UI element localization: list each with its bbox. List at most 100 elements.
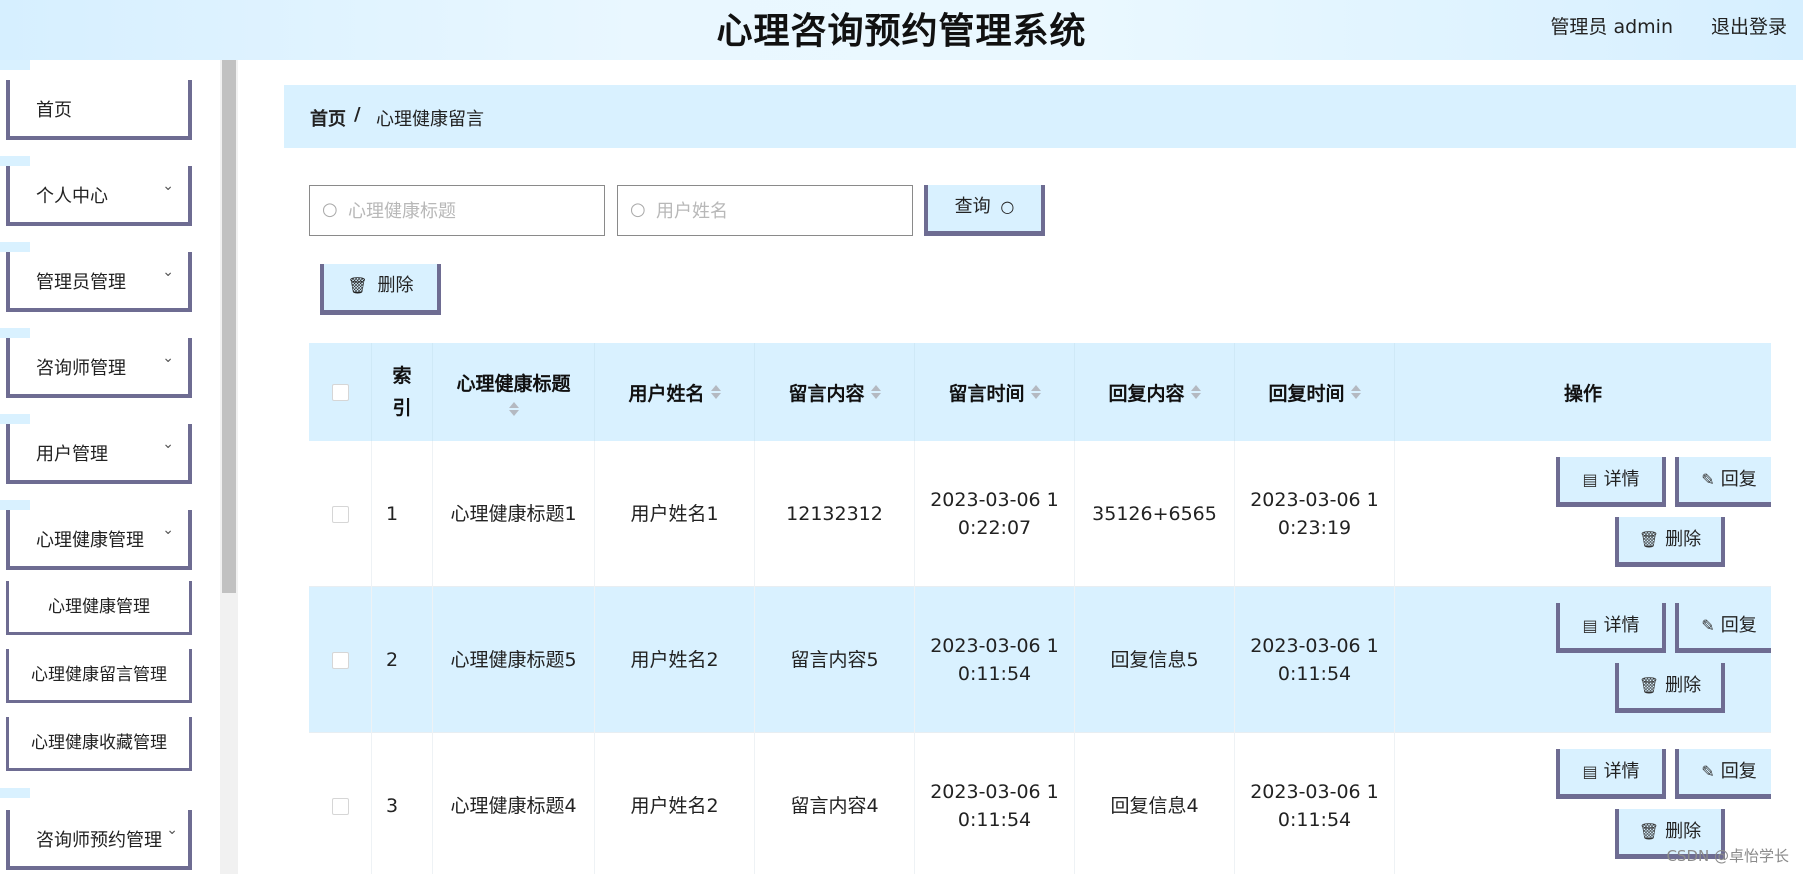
row-checkbox[interactable] — [331, 505, 349, 523]
sidebar-item-label: 咨询师预约管理 — [36, 830, 162, 851]
table-row: 2 心理健康标题5 用户姓名2 留言内容5 2023-03-06 10:11:5… — [309, 587, 1771, 733]
delete-button[interactable]: 🗑 删除 — [1615, 517, 1725, 567]
batch-delete-button[interactable]: 🗑 删除 — [320, 264, 441, 315]
sidebar-subitem-mental-health[interactable]: 心理健康管理 — [6, 581, 192, 635]
app-header: 心理咨询预约管理系统 管理员 admin 退出登录 — [0, 0, 1803, 60]
sidebar-decoration — [0, 500, 30, 510]
sort-icon[interactable] — [870, 385, 881, 399]
edit-icon: ✎ — [1701, 615, 1715, 635]
sidebar-decoration — [0, 242, 30, 252]
cell-user: 用户姓名1 — [595, 441, 755, 587]
reply-button[interactable]: ✎ 回复 — [1675, 603, 1771, 653]
row-select-cell — [309, 733, 372, 874]
cell-title: 心理健康标题5 — [433, 587, 595, 733]
col-reply[interactable]: 回复内容 — [1075, 343, 1235, 441]
sidebar: 首页 个人中心 ⌄ 管理员管理 ⌄ 咨询师管理 ⌄ 用户管理 ⌄ 心理健康管理 … — [0, 60, 220, 874]
col-time[interactable]: 留言时间 — [915, 343, 1075, 441]
sidebar-item-label: 管理员管理 — [36, 272, 126, 293]
sidebar-decoration — [0, 414, 30, 424]
title-search-field[interactable]: ○ — [309, 185, 605, 236]
col-reply-time[interactable]: 回复时间 — [1235, 343, 1395, 441]
trash-icon: 🗑 — [1638, 529, 1660, 549]
current-user: 管理员 admin — [1550, 16, 1673, 38]
select-all-checkbox[interactable] — [331, 383, 349, 401]
detail-button[interactable]: ▤ 详情 — [1556, 457, 1666, 507]
sidebar-item-user-management[interactable]: 用户管理 ⌄ — [6, 424, 192, 484]
row-select-cell — [309, 587, 372, 733]
document-icon: ▤ — [1582, 469, 1598, 489]
breadcrumb: 首页 / 心理健康留言 — [284, 85, 1796, 148]
cell-index: 1 — [372, 441, 433, 587]
delete-button[interactable]: 🗑 删除 — [1615, 663, 1725, 713]
sidebar-subitem-mental-health-messages[interactable]: 心理健康留言管理 — [6, 649, 192, 703]
sidebar-item-mental-health-management[interactable]: 心理健康管理 ⌄ — [6, 510, 192, 570]
sidebar-item-admin-management[interactable]: 管理员管理 ⌄ — [6, 252, 192, 312]
table-row: 3 心理健康标题4 用户姓名2 留言内容4 2023-03-06 10:11:5… — [309, 733, 1771, 874]
cell-reply-time: 2023-03-06 10:11:54 — [1235, 587, 1395, 733]
cell-user: 用户姓名2 — [595, 733, 755, 874]
delete-label: 删除 — [377, 275, 414, 296]
cell-time: 2023-03-06 10:11:54 — [915, 587, 1075, 733]
chevron-down-icon: ⌄ — [162, 436, 174, 452]
reply-button[interactable]: ✎ 回复 — [1675, 749, 1771, 799]
logout-link[interactable]: 退出登录 — [1711, 12, 1787, 39]
detail-button[interactable]: ▤ 详情 — [1556, 749, 1666, 799]
user-search-input[interactable] — [656, 196, 901, 226]
chevron-down-icon: ⌄ — [166, 822, 178, 838]
cell-actions: ▤ 详情 ✎ 回复 🗑 删除 — [1395, 587, 1771, 733]
col-content[interactable]: 留言内容 — [755, 343, 915, 441]
reply-button[interactable]: ✎ 回复 — [1675, 457, 1771, 507]
sidebar-item-personal-center[interactable]: 个人中心 ⌄ — [6, 166, 192, 226]
query-button[interactable]: 查询 ○ — [924, 185, 1045, 236]
cell-index: 3 — [372, 733, 433, 874]
detail-button[interactable]: ▤ 详情 — [1556, 603, 1666, 653]
search-icon: ○ — [1000, 197, 1015, 216]
col-title[interactable]: 心理健康标题 — [433, 343, 595, 441]
cell-content: 12132312 — [755, 441, 915, 587]
trash-icon: 🗑 — [1638, 821, 1660, 841]
messages-table: 索引 心理健康标题 用户姓名 留言内容 留言时间 回复内容 回复时间 操作 1 … — [309, 343, 1771, 874]
cell-time: 2023-03-06 10:11:54 — [915, 733, 1075, 874]
cell-content: 留言内容4 — [755, 733, 915, 874]
sidebar-item-counselor-management[interactable]: 咨询师管理 ⌄ — [6, 338, 192, 398]
search-icon: ○ — [322, 199, 338, 220]
row-checkbox[interactable] — [331, 651, 349, 669]
col-index[interactable]: 索引 — [372, 343, 433, 441]
row-checkbox[interactable] — [331, 797, 349, 815]
sort-icon[interactable] — [1190, 385, 1201, 399]
breadcrumb-home[interactable]: 首页 — [310, 105, 346, 131]
col-user[interactable]: 用户姓名 — [595, 343, 755, 441]
sidebar-decoration — [0, 328, 30, 338]
cell-reply: 回复信息5 — [1075, 587, 1235, 733]
table-row: 1 心理健康标题1 用户姓名1 12132312 2023-03-06 10:2… — [309, 441, 1771, 587]
breadcrumb-separator: / — [354, 104, 361, 125]
app-title: 心理咨询预约管理系统 — [716, 11, 1087, 52]
table-header: 索引 心理健康标题 用户姓名 留言内容 留言时间 回复内容 回复时间 操作 — [309, 343, 1771, 441]
cell-title: 心理健康标题1 — [433, 441, 595, 587]
cell-reply-time: 2023-03-06 10:23:19 — [1235, 441, 1395, 587]
sidebar-decoration — [0, 788, 30, 798]
sidebar-item-label: 个人中心 — [36, 186, 108, 207]
cell-index: 2 — [372, 587, 433, 733]
edit-icon: ✎ — [1701, 469, 1715, 489]
cell-user: 用户姓名2 — [595, 587, 755, 733]
sort-icon[interactable] — [1030, 385, 1041, 399]
sort-icon[interactable] — [508, 401, 519, 416]
cell-title: 心理健康标题4 — [433, 733, 595, 874]
sidebar-decoration — [0, 156, 30, 166]
title-search-input[interactable] — [348, 196, 593, 226]
user-search-field[interactable]: ○ — [617, 185, 913, 236]
breadcrumb-current: 心理健康留言 — [376, 109, 484, 130]
search-icon: ○ — [630, 199, 646, 220]
sidebar-item-appointment-management[interactable]: 咨询师预约管理 ⌄ — [6, 810, 192, 870]
cell-reply-time: 2023-03-06 10:11:54 — [1235, 733, 1395, 874]
sidebar-item-label: 心理健康管理 — [36, 530, 144, 551]
cell-reply: 回复信息4 — [1075, 733, 1235, 874]
sort-icon[interactable] — [710, 385, 721, 399]
sidebar-subitem-mental-health-favorites[interactable]: 心理健康收藏管理 — [6, 717, 192, 771]
sort-icon[interactable] — [1350, 385, 1361, 399]
cell-time: 2023-03-06 10:22:07 — [915, 441, 1075, 587]
chevron-up-icon: ⌄ — [162, 522, 174, 538]
sidebar-scrollbar-thumb[interactable] — [222, 60, 236, 593]
sidebar-item-home[interactable]: 首页 — [6, 80, 192, 140]
